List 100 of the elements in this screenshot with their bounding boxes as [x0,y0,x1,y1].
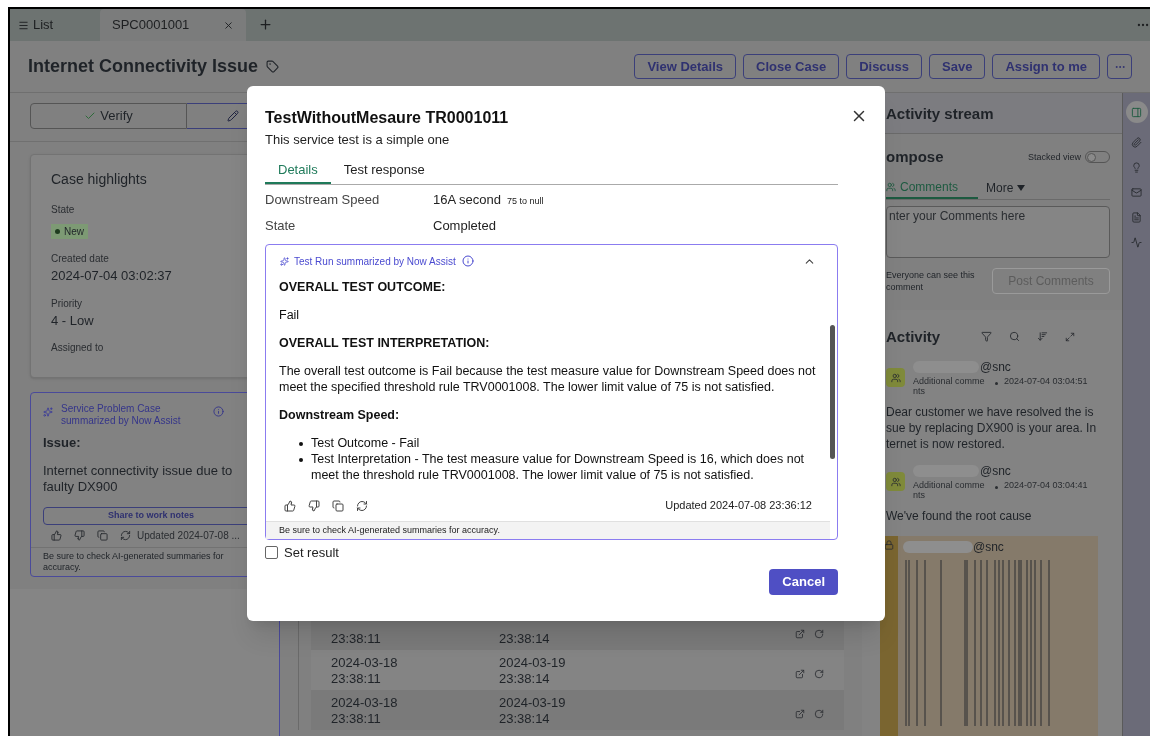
action-button[interactable]: Save [929,54,986,79]
tag-icon[interactable] [266,60,280,73]
filter-icon[interactable] [981,331,993,343]
info-icon[interactable] [213,406,224,417]
action-button[interactable]: Assign to me [992,54,1100,79]
summary-heading: OVERALL TEST OUTCOME: [279,278,447,295]
summary-title: Service Problem Case summarized by Now Assist [61,403,182,427]
table-cell-text: 2024-03-18 23:38:11 [331,655,399,687]
author-handle: @snc [973,539,1004,556]
search-icon[interactable] [1009,331,1021,343]
table-cell-text: 2024-03-19 23:38:14 [499,655,567,687]
card-title: Case highlights [51,170,148,189]
field-label: State [265,216,297,235]
entry-type: Additional comments [913,480,986,500]
thumbs-up-icon[interactable] [284,499,296,512]
table-cell-text: 23:38:11 [331,631,382,647]
entry-time: 2024-07-04 03:04:41 [1004,480,1089,490]
step[interactable]: Verify [30,103,187,129]
action-button[interactable]: Close Case [743,54,840,79]
refresh-icon[interactable] [356,499,368,512]
summary-paragraph: The overall test outcome is Fail because the test measure value for Downstream Speed does not meet the specified threshold rule TRV0001008. The lower limit value of 75 is not satisfied. [279,362,817,395]
sparkle-icon [280,256,289,266]
dialog-title: TestWithoutMesaure TR0001011 [265,108,509,128]
tab[interactable]: Details [265,159,331,184]
caret-icon [1017,184,1026,191]
updated-text: Updated 2024-07-08 ... [137,529,240,544]
info-icon[interactable] [461,255,474,267]
cancel-button[interactable]: Cancel [769,568,838,595]
summary-bullet: Test Interpretation - The test measure value for Downstream Speed is 16, which does not meet the threshold rule TRV0001008. The lower limit value of 75 is not satisfied. [299,450,817,483]
comment-field[interactable]: nter your Comments here [886,205,1110,258]
add-tab-icon[interactable] [258,17,273,32]
pulse-icon[interactable] [1131,237,1142,248]
avatar-icon [886,472,905,491]
thumbs-down-icon[interactable] [74,530,85,542]
action-button[interactable]: View Details [634,54,737,79]
author-handle: @snc [980,463,1011,480]
copy-icon[interactable] [332,499,344,512]
document-icon[interactable] [1131,212,1142,223]
comment-text: We've found the root cause [886,508,1033,524]
summary-heading: Downstream Speed: [279,406,401,423]
lightbulb-icon[interactable] [1131,162,1142,173]
paperclip-icon[interactable] [1131,137,1142,148]
field-value: 2024-07-04 03:02:37 [51,267,173,285]
action-button[interactable]: Discuss [846,54,922,79]
tab[interactable]: Test response [330,159,438,184]
entry-type: Additional comments [913,376,986,396]
author-handle: @snc [980,359,1011,376]
dialog-subtitle: This service test is a simple one [265,131,451,149]
summary-text: Internet connectivity issue due to faulty DX900 [43,462,234,495]
pencil-icon [227,110,239,122]
summary-heading: OVERALL TEST INTERPRETATION: [279,334,491,351]
state-badge: New [51,224,88,239]
copy-icon[interactable] [97,530,108,542]
field-label: Assigned to [51,341,105,355]
field-label: Priority [51,296,84,311]
mail-icon[interactable] [1131,187,1142,198]
field-value: 4 - Low [51,311,95,330]
tab[interactable]: List [10,9,100,41]
field-label: State [51,203,76,217]
field-note: 75 to null [506,194,544,208]
field-label: Downstream Speed [265,190,381,209]
thumbs-down-icon[interactable] [308,499,320,512]
compose-title: ompose [886,147,944,167]
more-actions-button[interactable] [1107,54,1132,79]
table-cell-text: 2024-03-19 23:38:14 [499,695,567,727]
summary-title: Test Run summarized by Now Assist [294,254,456,269]
summary-paragraph: Fail [279,306,301,323]
checkbox[interactable] [265,546,278,560]
sort-icon[interactable] [1037,331,1049,343]
disclaimer: Be sure to check AI-generated summaries for accuracy. [266,520,830,539]
field-value: 16A second [433,190,501,209]
table-cell-text: 2024-03-18 23:38:11 [331,695,399,727]
toggle-label: Stacked view [1027,150,1081,164]
record-title: Internet Connectivity Issue [28,55,259,78]
field-label: Created date [51,252,110,266]
blurred-name [903,541,973,553]
sparkle-icon [43,407,53,417]
tab[interactable]: More [978,176,1034,199]
open-icon[interactable] [795,669,805,679]
summary-bullet: Test Outcome - Fail [299,434,817,451]
menu-icon [18,19,29,31]
summary-heading: Issue: [43,434,82,452]
tab[interactable]: SPC0001001 [100,9,246,41]
open-icon[interactable] [795,629,805,639]
expand-icon[interactable] [1065,331,1076,342]
thumbs-up-icon[interactable] [51,530,62,542]
table-cell-text: 23:38:14 [499,631,551,647]
panel-title: Activity stream [886,103,994,124]
open-icon[interactable] [795,709,805,719]
avatar-icon [886,368,905,387]
people-icon [886,181,896,192]
check-icon [84,110,97,122]
panel-toggle-icon[interactable] [1125,101,1148,123]
comment-text: Dear customer we have resolved the issue by replacing DX900 is your area. Internet is now restored. [886,404,1098,452]
activity-title: Activity [886,326,941,347]
updated-text: Updated 2024-07-08 23:36:12 [665,498,812,514]
visibility-note: Everyone can see this comment [886,268,976,293]
checkbox-label: Set result [284,544,339,562]
entry-time: 2024-07-04 03:04:51 [1004,376,1089,386]
lock-icon [884,540,894,550]
